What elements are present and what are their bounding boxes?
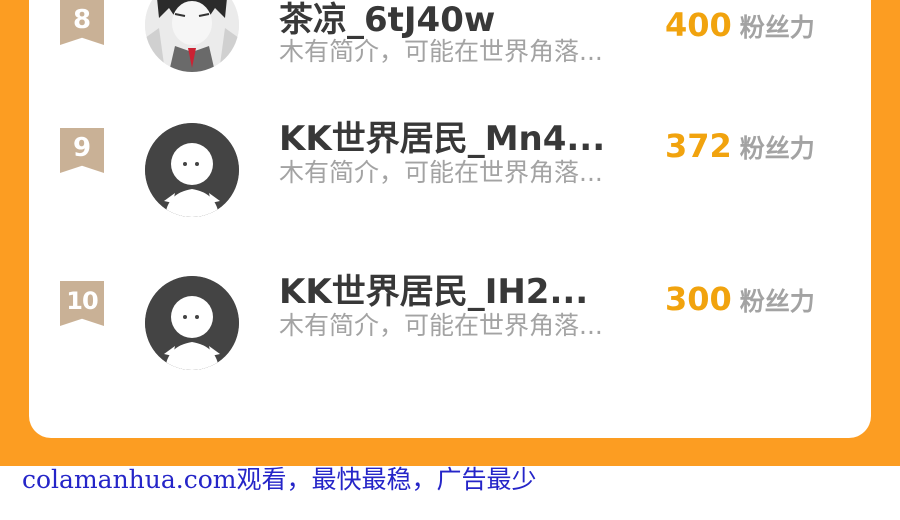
ranking-row-10[interactable]: 10 KK世界居民_IH2... 木有简介，可能在世界角落... 300 粉丝力 (29, 272, 871, 386)
manga-character-avatar[interactable] (145, 0, 239, 72)
user-bio: 木有简介，可能在世界角落... (279, 158, 603, 187)
fan-label: 粉丝力 (739, 287, 815, 316)
rank-number: 10 (66, 287, 98, 315)
default-avatar[interactable] (145, 123, 239, 217)
fans-stat: 372 粉丝力 (665, 127, 865, 165)
user-bio: 木有简介，可能在世界角落... (279, 37, 603, 66)
fan-label: 粉丝力 (739, 134, 815, 163)
ranking-row-8[interactable]: 8 茶凉_6tJ40w 木有简介，可能在世界角落... 400 粉丝力 (29, 0, 871, 80)
ranking-row-9[interactable]: 9 KK世界居民_Mn4... 木有简介，可能在世界角落... 372 粉丝力 (29, 119, 871, 233)
site-watermark: colamanhua.com观看，最快最稳，广告最少 (22, 465, 537, 494)
rank-number: 8 (72, 5, 92, 35)
fans-stat: 300 粉丝力 (665, 280, 865, 318)
rank-number: 9 (72, 133, 92, 163)
default-user-icon (145, 123, 239, 217)
rank-badge: 8 (60, 0, 104, 45)
fan-count: 400 (665, 6, 732, 44)
fans-stat: 400 粉丝力 (665, 6, 865, 44)
fan-count: 372 (665, 127, 732, 165)
default-user-icon (145, 276, 239, 370)
rank-badge: 9 (60, 128, 104, 173)
rank-badge: 10 (60, 281, 104, 326)
fan-count: 300 (665, 280, 732, 318)
manga-character-icon (145, 0, 239, 72)
user-bio: 木有简介，可能在世界角落... (279, 311, 603, 340)
ranking-card: 8 茶凉_6tJ40w 木有简介，可能在世界角落... 400 粉丝力 9 KK… (29, 0, 871, 438)
fan-label: 粉丝力 (739, 13, 815, 42)
default-avatar[interactable] (145, 276, 239, 370)
